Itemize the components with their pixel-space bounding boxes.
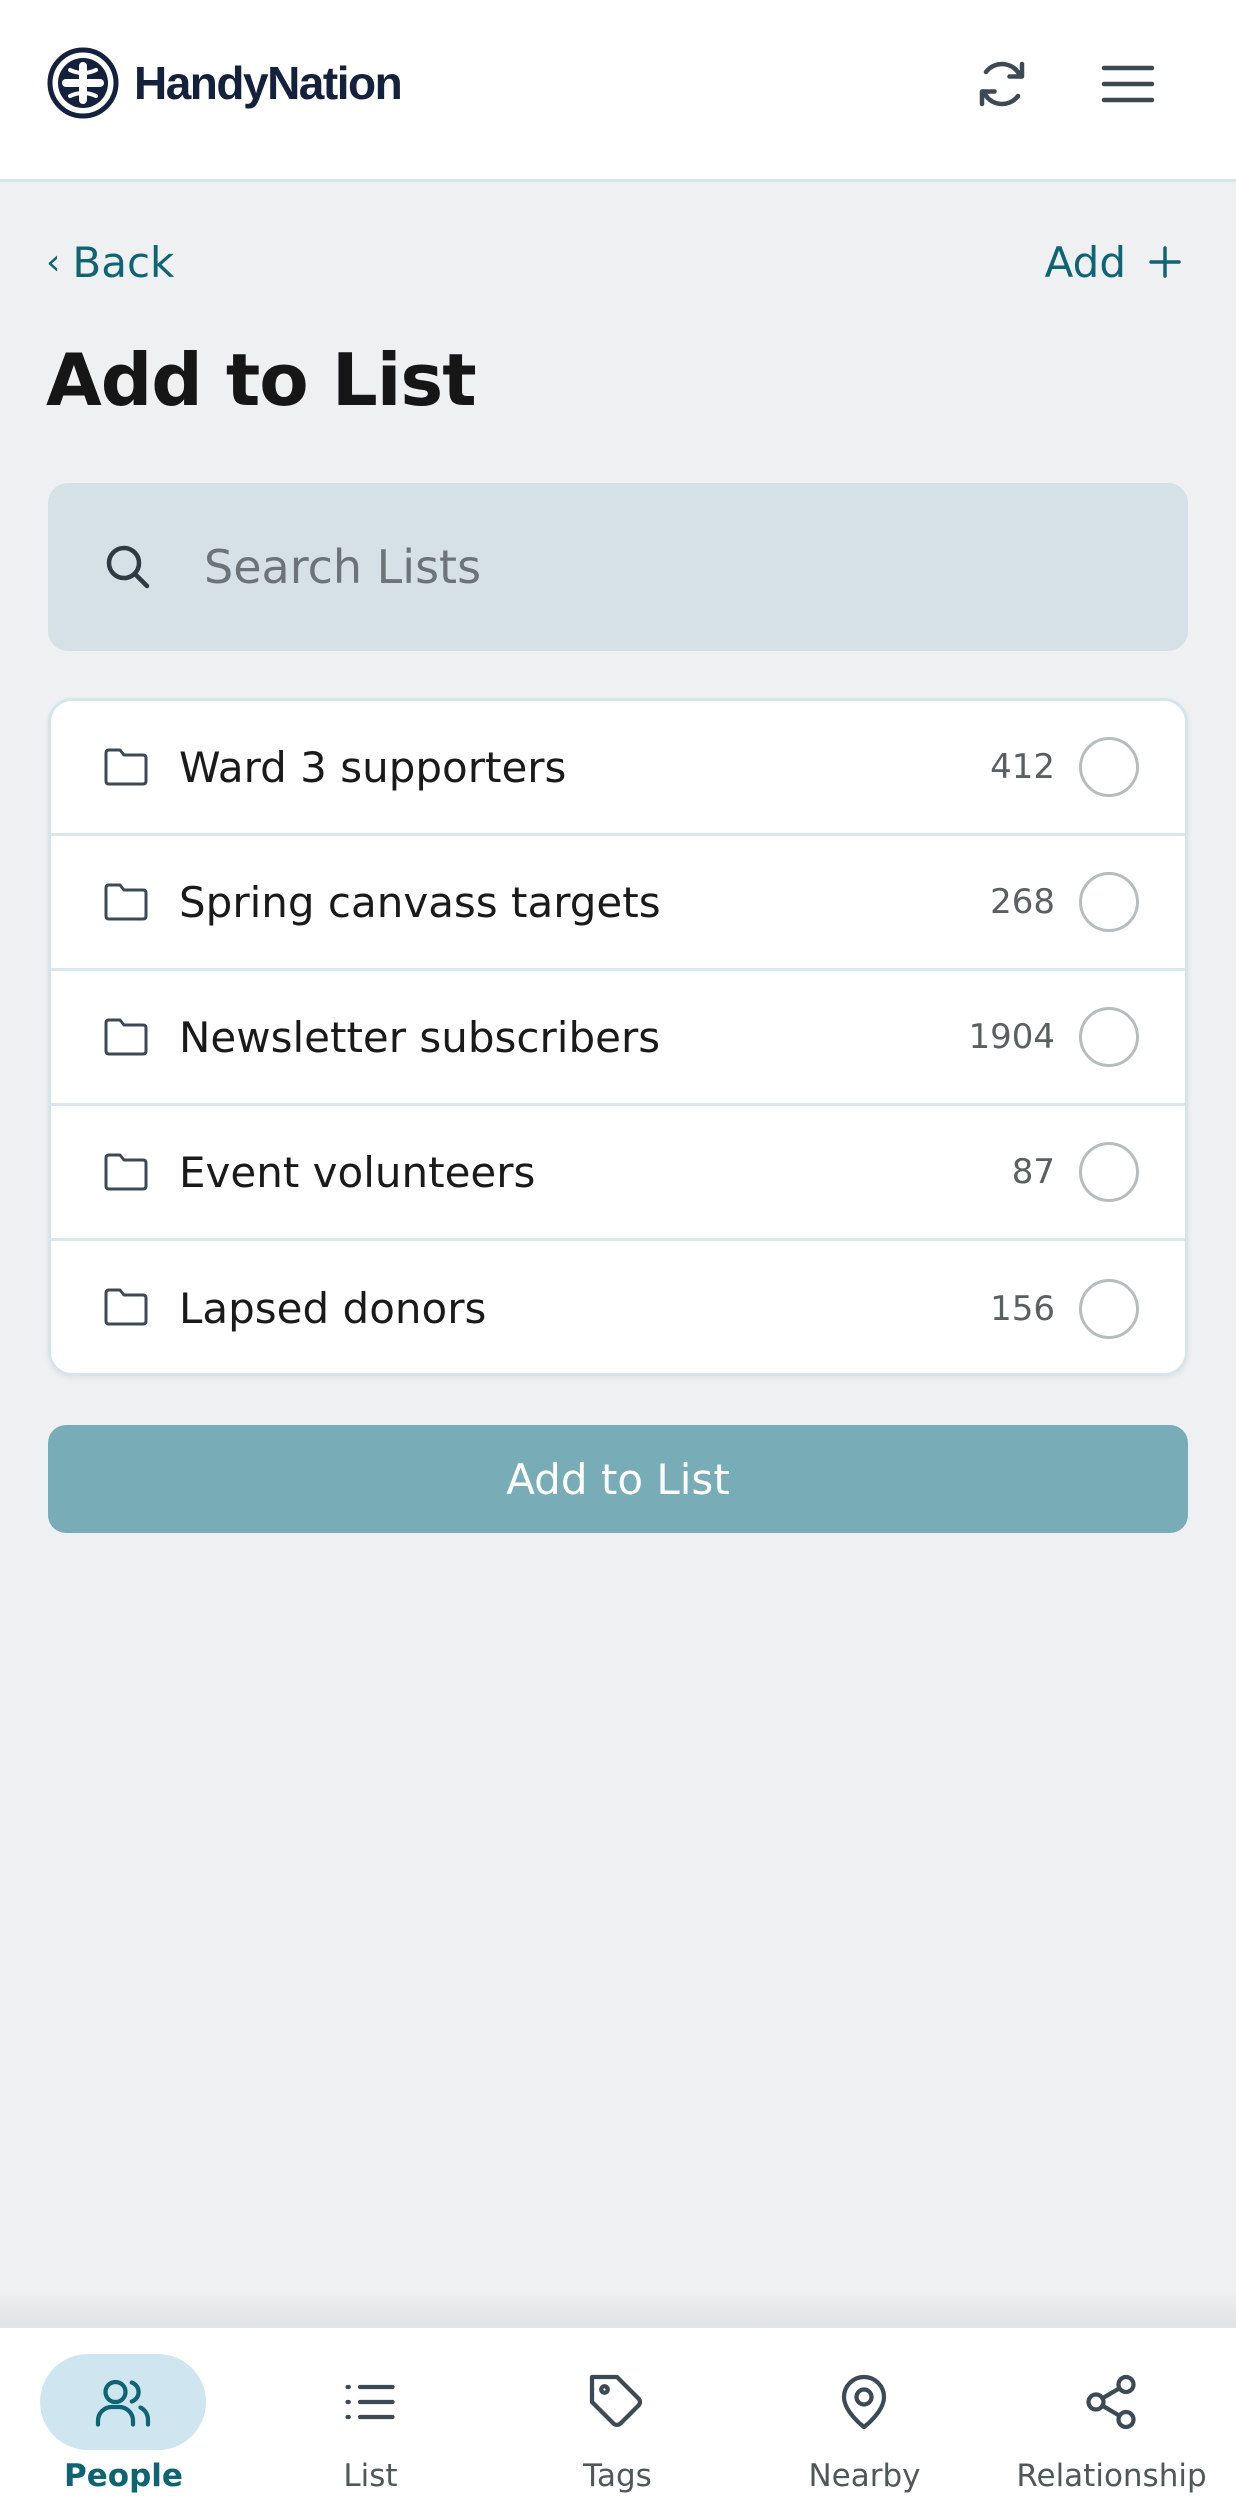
bottom-nav: People List Tags Nearby Relationship	[0, 2326, 1236, 2517]
folder-icon	[104, 883, 148, 921]
back-chevron-icon: ‹	[46, 241, 61, 283]
list-icon	[345, 2384, 395, 2420]
nav-label: List	[343, 2458, 398, 2494]
list-item[interactable]: Newsletter subscribers 1904	[51, 971, 1185, 1106]
menu-button[interactable]	[1090, 46, 1166, 122]
refresh-icon	[979, 61, 1025, 107]
brand-name: HandyNation	[134, 57, 403, 109]
search-bar[interactable]	[48, 483, 1188, 651]
nav-tab-tags[interactable]: Tags	[494, 2328, 741, 2517]
nav-label: Tags	[583, 2458, 652, 2494]
nav-tab-people[interactable]: People	[0, 2328, 247, 2517]
bottom-nav-shadow	[0, 2290, 1236, 2326]
people-icon	[95, 2379, 151, 2427]
list-item-radio[interactable]	[1079, 1278, 1139, 1339]
list-item[interactable]: Event volunteers 87	[51, 1106, 1185, 1241]
refresh-button[interactable]	[964, 46, 1040, 122]
list-item-radio[interactable]	[1079, 737, 1139, 797]
app-header: HandyNation	[0, 0, 1236, 182]
folder-icon	[104, 1018, 148, 1056]
list-item-count: 268	[990, 882, 1055, 922]
list-item-count: 1904	[968, 1017, 1055, 1057]
list-item-count: 156	[990, 1288, 1055, 1329]
list-item-count: 87	[1011, 1152, 1055, 1192]
nav-tab-list[interactable]: List	[247, 2328, 494, 2517]
list-item-radio[interactable]	[1079, 1142, 1139, 1202]
add-label: Add	[1044, 237, 1126, 287]
list-item-name: Event volunteers	[179, 1147, 536, 1197]
list-item[interactable]: Spring canvass targets 268	[51, 836, 1185, 971]
list-item-radio[interactable]	[1079, 872, 1139, 932]
nav-label: Relationship	[1016, 2458, 1207, 2494]
list-item-name: Newsletter subscribers	[179, 1012, 661, 1062]
folder-icon	[104, 1153, 148, 1191]
list-item-count: 412	[990, 747, 1055, 787]
list-item-name: Ward 3 supporters	[179, 742, 567, 792]
list-item-radio[interactable]	[1079, 1007, 1139, 1067]
share-icon	[1086, 2374, 1136, 2430]
list-item-name: Spring canvass targets	[179, 877, 661, 927]
map-pin-icon	[841, 2374, 887, 2430]
tag-icon	[589, 2374, 642, 2427]
search-icon	[106, 545, 150, 589]
nav-label: Nearby	[808, 2458, 921, 2494]
nav-tab-relationship[interactable]: Relationship	[988, 2328, 1235, 2517]
add-list-button[interactable]: Add	[1045, 234, 1182, 290]
plus-icon	[1149, 246, 1181, 278]
add-to-list-button[interactable]: Add to List	[48, 1425, 1188, 1533]
folder-icon	[104, 748, 148, 786]
nav-tab-nearby[interactable]: Nearby	[741, 2328, 988, 2517]
handynation-logo-icon	[47, 47, 119, 119]
list-item[interactable]: Ward 3 supporters 412	[51, 701, 1185, 836]
nav-label: People	[64, 2458, 183, 2494]
brand[interactable]: HandyNation	[46, 46, 403, 120]
hamburger-menu-icon	[1101, 65, 1155, 103]
back-label: Back	[72, 237, 175, 287]
list-item-name: Lapsed donors	[179, 1284, 487, 1333]
folder-icon	[104, 1288, 148, 1326]
page-title: Add to List	[46, 338, 477, 422]
list-selection-card: Ward 3 supporters 412 Spring canvass tar…	[48, 698, 1188, 1376]
list-item[interactable]: Lapsed donors 156	[51, 1241, 1185, 1373]
search-input[interactable]	[204, 527, 1144, 607]
back-link[interactable]: ‹ Back	[46, 234, 174, 290]
